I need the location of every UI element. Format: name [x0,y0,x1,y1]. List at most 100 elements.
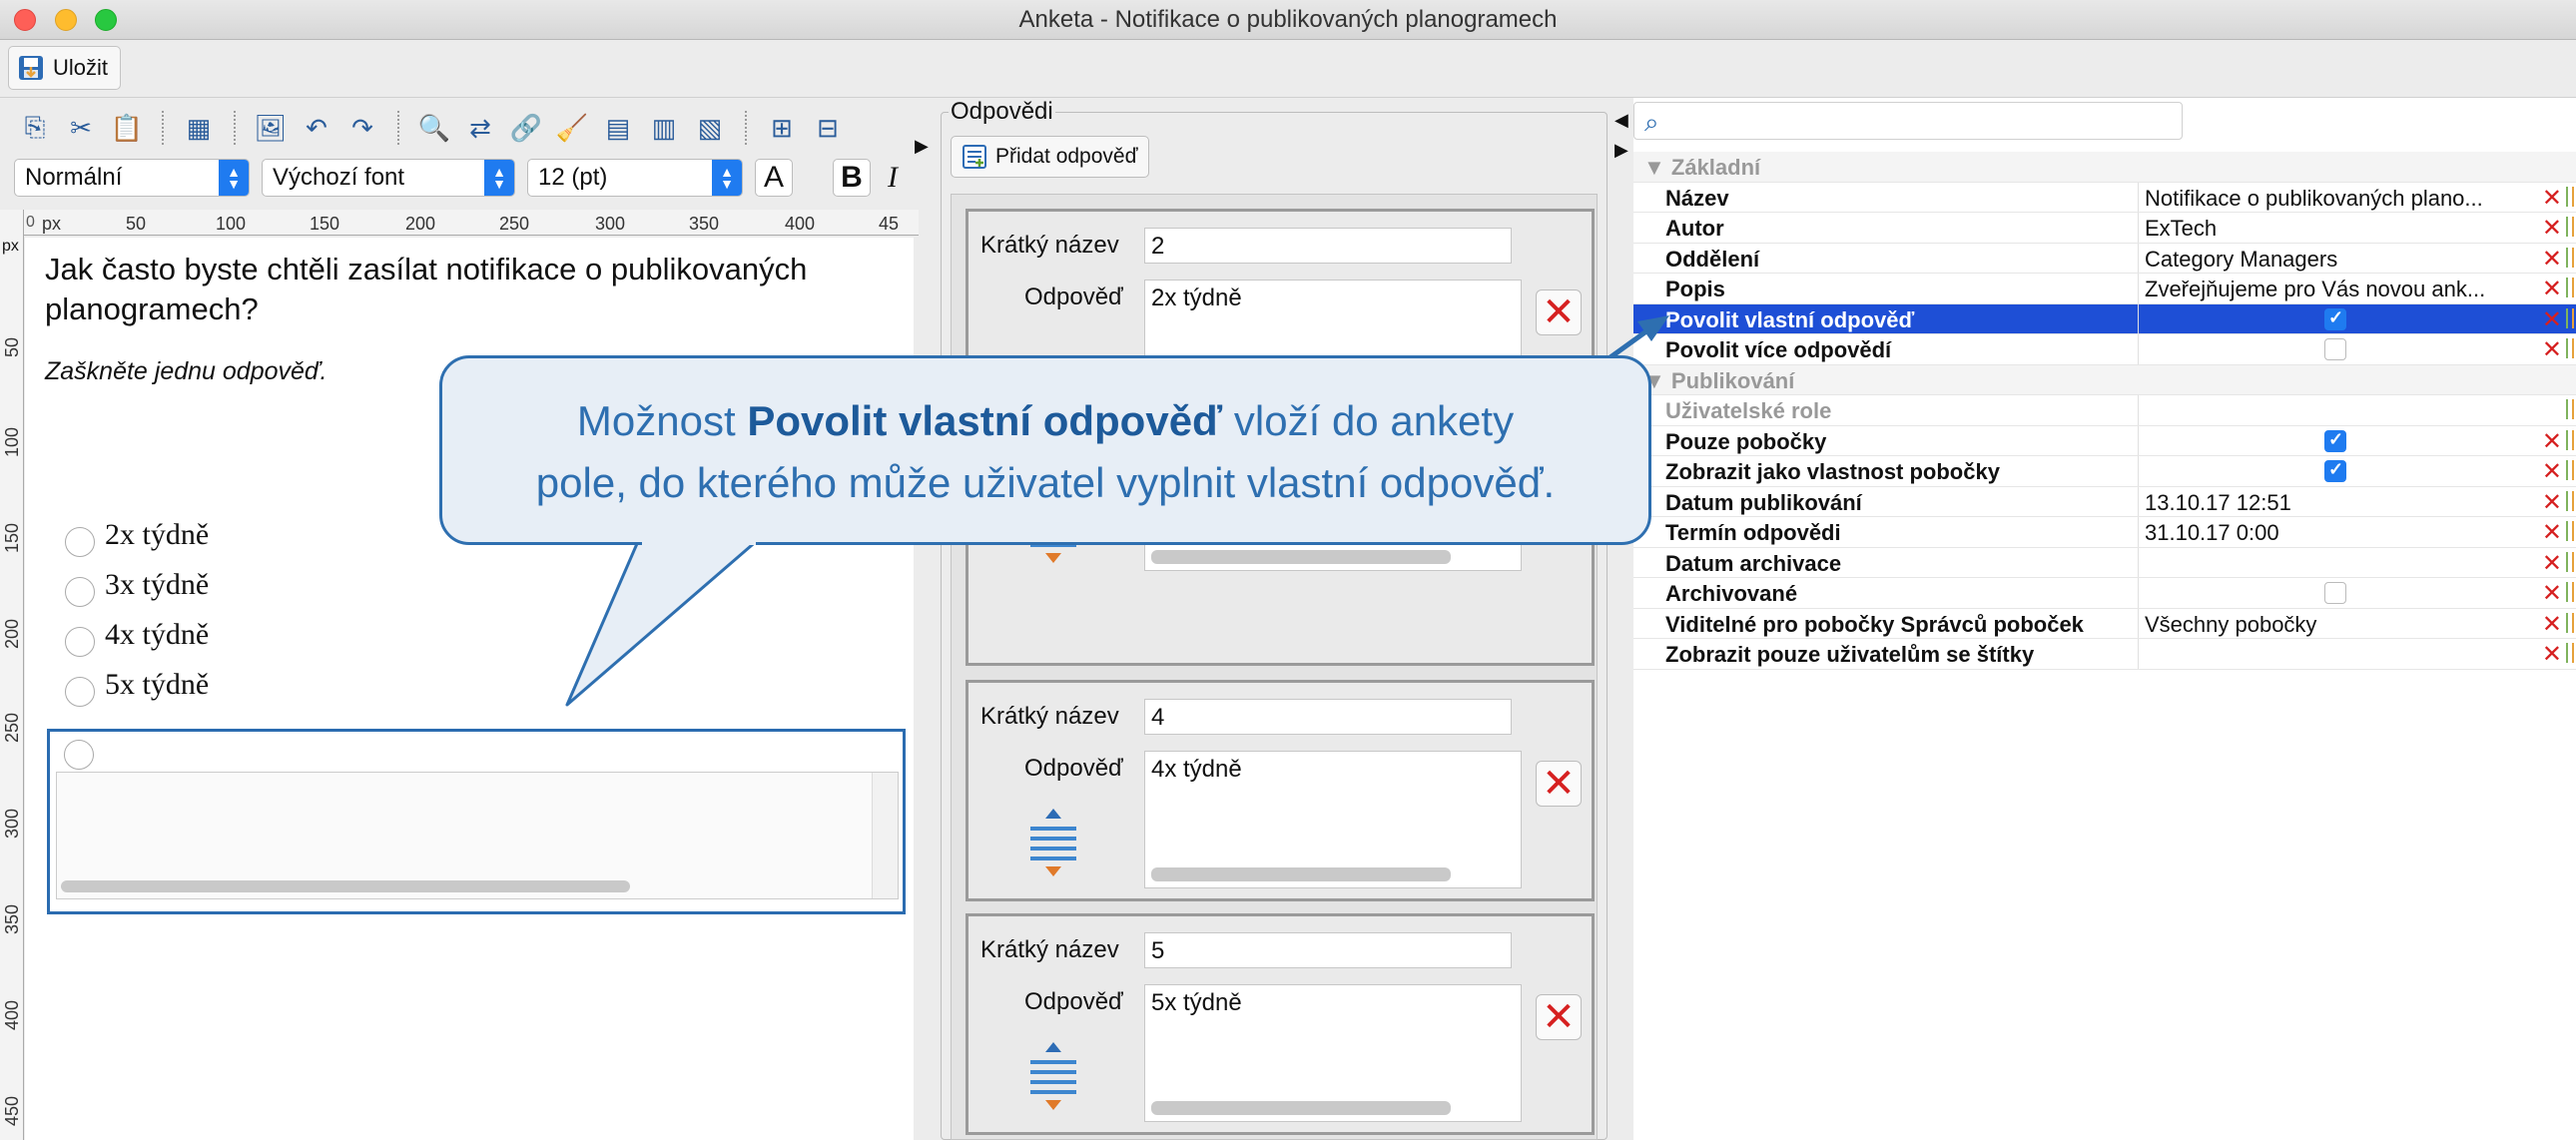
splitter-arrow-icon[interactable]: ▶ [915,136,929,157]
section-publish[interactable]: ▼ Publikování [1633,364,2576,395]
radio-button[interactable] [65,677,95,707]
property-row[interactable]: Zobrazit jako vlastnost pobočky ✕ [1633,456,2576,487]
clear-icon[interactable]: ✕ [2542,518,2562,547]
delete-answer-button[interactable]: ✕ [1536,289,1582,335]
delete-answer-button[interactable]: ✕ [1536,761,1582,807]
clear-icon[interactable]: ✕ [2542,457,2562,486]
column-icon[interactable]: ▧ [689,108,731,148]
checkbox-checked[interactable] [2324,307,2346,330]
edit-icon[interactable] [2566,338,2574,358]
radio-button[interactable] [65,627,95,657]
radio-button[interactable] [65,577,95,607]
reorder-icon[interactable] [1026,807,1080,878]
property-row[interactable]: Viditelné pro pobočky Správců poboček Vš… [1633,608,2576,639]
edit-icon[interactable] [2566,307,2574,328]
clear-icon[interactable]: ✕ [2542,427,2562,456]
question-text[interactable]: Jak často byste chtěli zasílat notifikac… [45,250,924,329]
redo-icon[interactable]: ↷ [341,108,383,148]
clear-icon[interactable]: ✕ [2542,335,2562,364]
property-row[interactable]: Termín odpovědi 31.10.17 0:00 ✕ [1633,517,2576,548]
property-value[interactable]: Category Managers [2145,247,2534,273]
horizontal-scrollbar[interactable] [1151,867,1451,881]
option-item[interactable]: 4x týdně [65,613,209,657]
checkbox-checked[interactable] [2324,459,2346,482]
answer-text-input[interactable]: 4x týdně [1144,751,1522,888]
property-row[interactable]: Datum archivace ✕ [1633,547,2576,578]
paste-icon[interactable]: 📋 [106,108,148,148]
property-row[interactable]: Povolit více odpovědí ✕ [1633,334,2576,365]
edit-icon[interactable] [2566,217,2574,237]
paragraph-style-select[interactable]: Normální ▲ ▼ [14,159,250,197]
property-row[interactable]: Pouze pobočky ✕ [1633,425,2576,456]
merge-cells-icon[interactable]: ⊞ [761,108,803,148]
option-item[interactable]: 2x týdně [65,513,209,557]
clear-icon[interactable]: ✕ [2542,610,2562,639]
edit-icon[interactable] [2566,247,2574,268]
splitter-arrow-icon[interactable]: ▶ [1614,140,1628,161]
custom-answer-field[interactable] [56,772,899,899]
property-row[interactable]: Uživatelské role [1633,395,2576,426]
edit-icon[interactable] [2566,521,2574,541]
property-row[interactable]: Archivované ✕ [1633,578,2576,609]
insert-table-icon[interactable]: ▤ [597,108,639,148]
edit-icon[interactable] [2566,460,2574,480]
property-row[interactable]: Autor ExTech ✕ [1633,213,2576,244]
horizontal-scrollbar[interactable] [1151,550,1451,564]
edit-icon[interactable] [2566,490,2574,511]
property-value[interactable]: Všechny pobočky [2145,612,2534,638]
checkbox[interactable] [2324,582,2346,604]
cut-icon[interactable]: ✂ [60,108,102,148]
property-value[interactable]: Zveřejňujeme pro Vás novou ank... [2145,277,2534,302]
table-icon[interactable]: ▦ [178,108,220,148]
section-basic[interactable]: ▼ Základní [1633,152,2576,183]
answer-text-input[interactable]: 5x týdně [1144,984,1522,1122]
option-item[interactable]: 5x týdně [65,663,209,707]
radio-button[interactable] [64,740,94,770]
edit-icon[interactable] [2566,278,2574,297]
clear-icon[interactable]: ✕ [2542,488,2562,517]
split-cells-icon[interactable]: ⊟ [807,108,849,148]
link-icon[interactable]: 🔗 [505,108,547,148]
delete-answer-button[interactable]: ✕ [1536,994,1582,1040]
edit-icon[interactable] [2566,399,2574,419]
clear-icon[interactable]: ✕ [2542,305,2562,334]
property-row[interactable]: Popis Zveřejňujeme pro Vás novou ank... … [1633,274,2576,304]
save-button[interactable]: Uložit [8,46,122,90]
horizontal-scrollbar[interactable] [61,880,630,892]
property-row[interactable]: Datum publikování 13.10.17 12:51 ✕ [1633,486,2576,517]
font-select[interactable]: Výchozí font ▲ ▼ [262,159,515,197]
edit-icon[interactable] [2566,186,2574,207]
add-answer-button[interactable]: Přidat odpověď [951,136,1149,178]
checkbox-checked[interactable] [2324,429,2346,452]
row-icon[interactable]: ▥ [643,108,685,148]
edit-icon[interactable] [2566,551,2574,572]
edit-icon[interactable] [2566,582,2574,602]
clear-icon[interactable]: ✕ [2542,275,2562,303]
find-icon[interactable]: 🔍 [413,108,455,148]
edit-icon[interactable] [2566,612,2574,633]
short-name-input[interactable]: 4 [1144,699,1512,735]
font-size-select[interactable]: 12 (pt) ▲ ▼ [527,159,743,197]
property-search-input[interactable]: ⌕ [1633,102,2183,140]
font-color-button[interactable]: A [755,159,793,197]
bold-button[interactable]: B [833,159,871,197]
short-name-input[interactable]: 5 [1144,932,1512,968]
property-value[interactable]: ExTech [2145,216,2534,242]
custom-answer-option[interactable] [47,729,906,914]
clear-icon[interactable]: ✕ [2542,214,2562,243]
clear-icon[interactable]: ✕ [2542,579,2562,608]
property-value[interactable]: Notifikace o publikovaných plano... [2145,186,2534,212]
edit-icon[interactable] [2566,643,2574,663]
property-row[interactable]: Název Notifikace o publikovaných plano..… [1633,182,2576,213]
clear-icon[interactable]: ✕ [2542,245,2562,274]
splitter-arrow-icon[interactable]: ◀ [1614,110,1628,131]
checkbox[interactable] [2324,338,2346,360]
undo-icon[interactable]: ↶ [296,108,337,148]
replace-icon[interactable]: ⇄ [459,108,501,148]
vertical-scrollbar[interactable] [872,773,898,898]
copy-format-icon[interactable]: ⎘ [14,108,56,148]
clear-icon[interactable]: ✕ [2542,184,2562,213]
option-item[interactable]: 3x týdně [65,563,209,607]
property-row[interactable]: Oddělení Category Managers ✕ [1633,243,2576,274]
clear-format-icon[interactable]: 🧹 [551,108,593,148]
